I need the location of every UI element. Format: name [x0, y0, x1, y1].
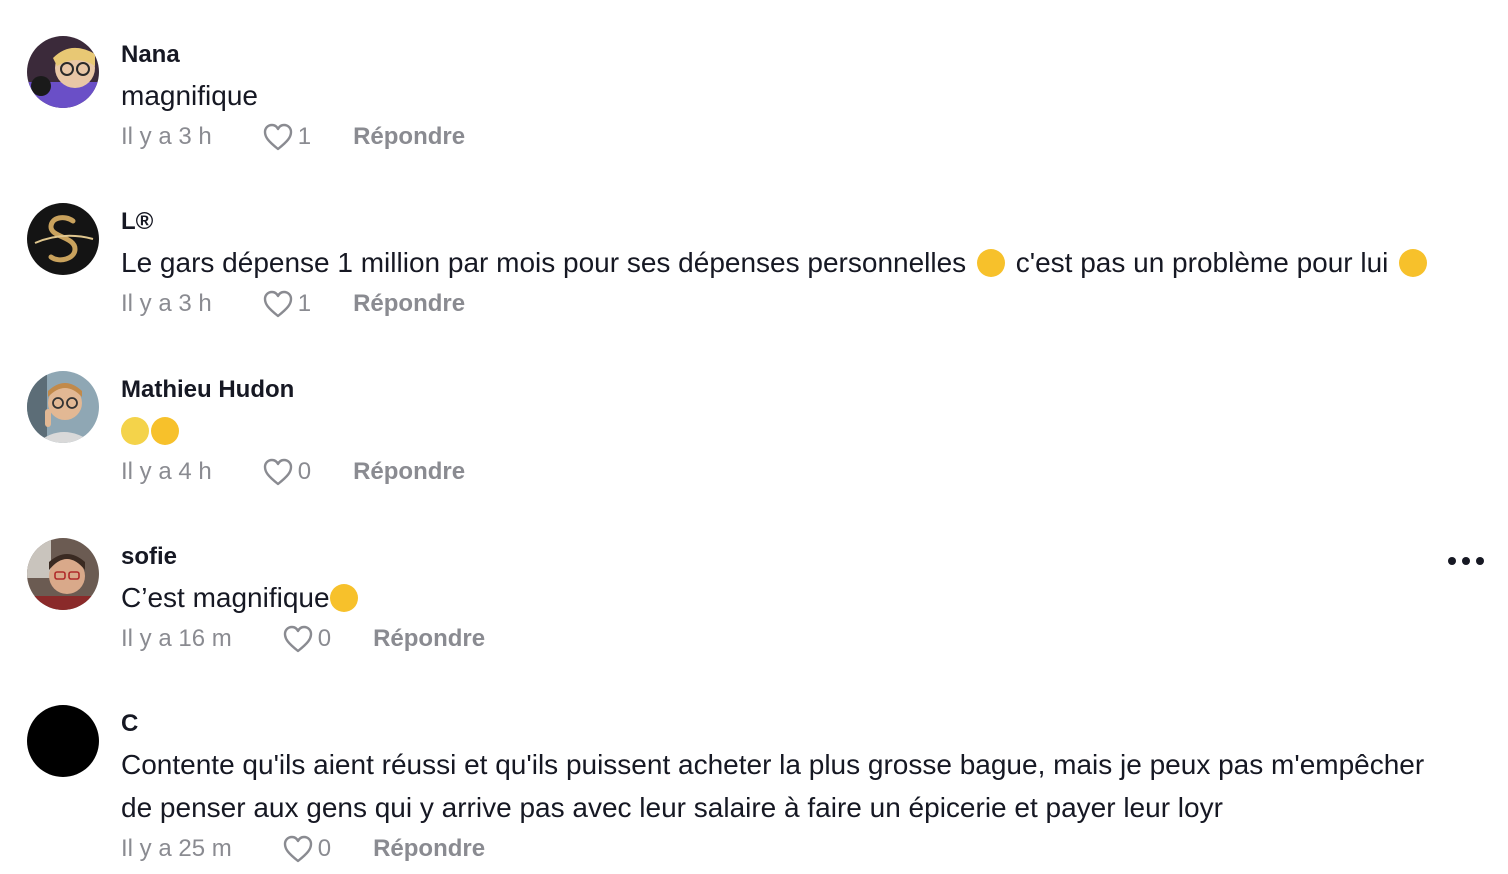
comment-item: sofie C’est magnifique Il y a 16 m 0 Rép…: [0, 510, 1508, 680]
comment-text: magnifique: [121, 80, 258, 111]
reply-button[interactable]: Répondre: [353, 290, 465, 318]
like-button[interactable]: 1: [262, 122, 311, 152]
comment-meta: Il y a 3 h 1 Répondre: [121, 120, 465, 154]
like-button[interactable]: 0: [282, 624, 331, 654]
heart-outline-icon: [263, 290, 292, 318]
more-horizontal-icon: [1462, 557, 1470, 565]
smiling-face-with-hearts-emoji: [329, 584, 358, 612]
more-horizontal-icon: [1448, 557, 1456, 565]
comment-timestamp: Il y a 25 m: [121, 835, 232, 862]
comment-username[interactable]: sofie: [121, 543, 177, 571]
heart-outline-icon: [263, 458, 292, 486]
more-horizontal-icon: [1476, 557, 1484, 565]
comment-text-part: c'est pas un problème pour lui: [1007, 247, 1397, 278]
like-count: 1: [297, 290, 312, 317]
comment-username[interactable]: C: [121, 710, 138, 738]
like-count: 0: [317, 835, 332, 862]
grinning-sweat-emoji: [976, 249, 1005, 277]
avatar[interactable]: [27, 538, 99, 610]
comment-text: Contente qu'ils aient réussi et qu'ils p…: [121, 749, 1432, 823]
comment-text-part: C’est magnifique: [121, 582, 330, 613]
comment-text: Le gars dépense 1 million par mois pour …: [121, 241, 1491, 284]
heart-outline-icon: [283, 835, 312, 863]
comment-meta: Il y a 25 m 0 Répondre: [121, 832, 485, 866]
reply-button[interactable]: Répondre: [373, 835, 485, 863]
comment-text-part: Le gars dépense 1 million par mois pour …: [121, 247, 974, 278]
comment-username[interactable]: L®: [121, 208, 153, 236]
heart-outline-icon: [263, 123, 292, 151]
comment-meta: Il y a 16 m 0 Répondre: [121, 622, 485, 656]
reply-button[interactable]: Répondre: [353, 123, 465, 151]
comment-timestamp: Il y a 16 m: [121, 625, 232, 652]
heart-outline-icon: [283, 625, 312, 653]
comment-text: [121, 409, 1491, 452]
comment-meta: Il y a 3 h 1 Répondre: [121, 287, 465, 321]
avatar[interactable]: [27, 203, 99, 275]
comment-username[interactable]: Mathieu Hudon: [121, 376, 294, 404]
comment-timestamp: Il y a 3 h: [121, 290, 212, 317]
comment-meta: Il y a 4 h 0 Répondre: [121, 455, 465, 489]
avatar[interactable]: [27, 36, 99, 108]
like-button[interactable]: 0: [282, 834, 331, 864]
comment-item: Mathieu Hudon Il y a 4 h 0 Répondre: [0, 340, 1508, 510]
like-button[interactable]: 1: [262, 289, 311, 319]
avatar[interactable]: [27, 705, 99, 777]
like-button[interactable]: 0: [262, 457, 311, 487]
like-count: 1: [297, 123, 312, 150]
comment-timestamp: Il y a 4 h: [121, 458, 212, 485]
like-count: 0: [297, 458, 312, 485]
comment-item: C Contente qu'ils aient réussi et qu'ils…: [0, 680, 1508, 874]
comment-text: C’est magnifique: [121, 576, 1491, 619]
comment-username[interactable]: Nana: [121, 41, 180, 69]
flushed-emoji: [1399, 249, 1428, 277]
more-options-button[interactable]: [1446, 553, 1486, 569]
like-count: 0: [317, 625, 332, 652]
comment-item: Nana magnifique Il y a 3 h 1 Répondre: [0, 0, 1508, 170]
reply-button[interactable]: Répondre: [373, 625, 485, 653]
scream-emoji: [121, 417, 149, 445]
reply-button[interactable]: Répondre: [353, 458, 465, 486]
avatar[interactable]: [27, 371, 99, 443]
comment-timestamp: Il y a 3 h: [121, 123, 212, 150]
comment-item: L® Le gars dépense 1 million par mois po…: [0, 170, 1508, 340]
star-struck-emoji: [151, 417, 179, 445]
